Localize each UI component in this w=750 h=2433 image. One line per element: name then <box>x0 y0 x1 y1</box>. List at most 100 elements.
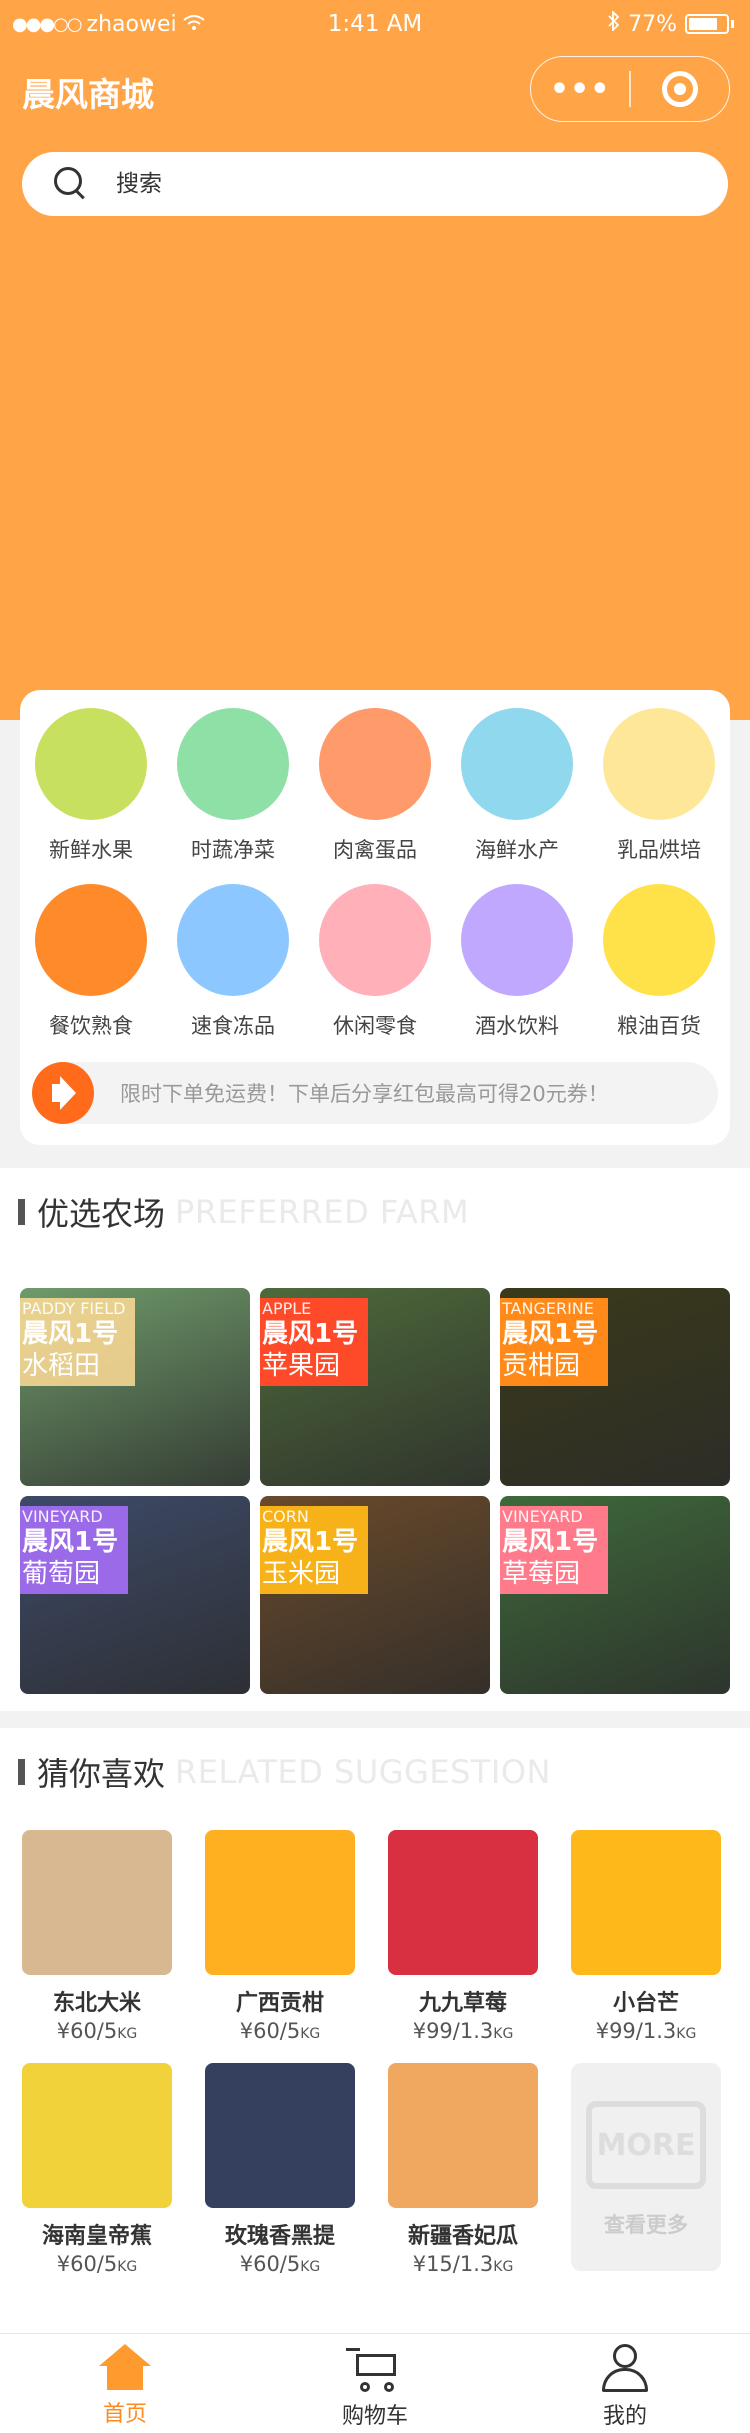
tab-me[interactable]: 我的 <box>500 2334 750 2433</box>
product-price: ¥60/5KG <box>57 2252 138 2276</box>
category-item[interactable]: 速食冻品 <box>162 884 304 1040</box>
section-marker <box>18 1759 25 1785</box>
product-image <box>205 2063 355 2208</box>
home-icon <box>99 2344 151 2390</box>
farm-tile[interactable]: TANGERINE 晨风1号 贡柑园 <box>500 1288 730 1486</box>
category-item[interactable]: 时蔬净菜 <box>162 708 304 864</box>
product-card[interactable]: 九九草莓 ¥99/1.3KG <box>388 1830 538 2043</box>
page-title: 晨风商城 <box>22 75 154 114</box>
farm-brand: 晨风1号 <box>22 1319 119 1349</box>
farm-english-name: APPLE <box>262 1299 312 1318</box>
category-image <box>461 884 573 996</box>
farm-tile[interactable]: APPLE 晨风1号 苹果园 <box>260 1288 490 1486</box>
product-name: 新疆香妃瓜 <box>407 2224 518 2249</box>
section-subtitle: RELATED SUGGESTION <box>175 1753 551 1791</box>
product-price-amount: ¥99/1.3 <box>412 2019 494 2043</box>
farm-label: APPLE 晨风1号 苹果园 <box>260 1298 369 1386</box>
navbar: 晨风商城 ••• <box>0 50 750 130</box>
section-title: 猜你喜欢 <box>37 1755 166 1793</box>
tab-home[interactable]: 首页 <box>0 2334 250 2433</box>
category-label: 肉禽蛋品 <box>333 838 417 862</box>
category-image <box>177 708 289 820</box>
category-item[interactable]: 新鲜水果 <box>20 708 162 864</box>
battery-icon <box>685 14 729 34</box>
category-image <box>603 708 715 820</box>
search-bar[interactable] <box>22 152 728 216</box>
farm-brand: 晨风1号 <box>262 1319 359 1349</box>
category-label: 餐饮熟食 <box>49 1014 133 1038</box>
more-dots-icon: ••• <box>549 71 611 107</box>
category-label: 时蔬净菜 <box>191 838 275 862</box>
product-price-unit: KG <box>676 2026 697 2042</box>
product-price-unit: KG <box>300 2259 321 2275</box>
farm-tile[interactable]: VINEYARD 晨风1号 草莓园 <box>500 1496 730 1694</box>
farm-name: 水稻田 <box>22 1351 101 1381</box>
farm-tile[interactable]: CORN 晨风1号 玉米园 <box>260 1496 490 1694</box>
notice-bar[interactable]: 限时下单免运费！下单后分享红包最高可得20元券！ <box>32 1062 718 1124</box>
tab-home-label: 首页 <box>102 2402 147 2427</box>
farm-brand: 晨风1号 <box>502 1527 599 1557</box>
product-price-unit: KG <box>493 2259 514 2275</box>
bottom-tab-bar: 首页 购物车 我的 <box>0 2333 750 2433</box>
category-item[interactable]: 乳品烘培 <box>588 708 730 864</box>
product-card[interactable]: 广西贡柑 ¥60/5KG <box>205 1830 355 2043</box>
product-price-unit: KG <box>300 2026 321 2042</box>
tab-me-label: 我的 <box>602 2404 647 2429</box>
farm-tile[interactable]: VINEYARD 晨风1号 葡萄园 <box>20 1496 250 1694</box>
category-label: 酒水饮料 <box>475 1014 559 1038</box>
user-icon <box>600 2344 650 2392</box>
section-header: 优选农场 PREFERRED FARM <box>18 1192 469 1233</box>
category-image <box>319 884 431 996</box>
category-item[interactable]: 酒水饮料 <box>446 884 588 1040</box>
farm-label: VINEYARD 晨风1号 葡萄园 <box>20 1506 129 1594</box>
product-card[interactable]: 小台芒 ¥99/1.3KG <box>571 1830 721 2043</box>
farm-label: TANGERINE 晨风1号 贡柑园 <box>500 1298 609 1386</box>
product-price: ¥60/5KG <box>57 2019 138 2043</box>
close-mini-program-button[interactable] <box>631 57 729 121</box>
battery-percent: 77% <box>628 11 677 37</box>
category-item[interactable]: 肉禽蛋品 <box>304 708 446 864</box>
tab-cart[interactable]: 购物车 <box>250 2334 500 2433</box>
category-item[interactable]: 粮油百货 <box>588 884 730 1040</box>
product-image <box>388 2063 538 2208</box>
product-image <box>571 1830 721 1975</box>
see-more-button[interactable]: MORE 查看更多 <box>571 2063 721 2271</box>
bluetooth-icon <box>608 9 620 37</box>
category-card: 新鲜水果 时蔬净菜 肉禽蛋品 海鲜水产 乳品烘培餐饮熟食 速食冻品 休闲零食 酒水饮料 粮油百货… <box>20 690 730 1145</box>
product-image <box>388 1830 538 1975</box>
category-image <box>35 884 147 996</box>
status-bar: ●●●○○ zhaowei 1:41 AM 77% <box>0 0 750 50</box>
product-card[interactable]: 新疆香妃瓜 ¥15/1.3KG <box>388 2063 538 2276</box>
product-name: 玫瑰香黑提 <box>224 2224 335 2249</box>
category-image <box>319 708 431 820</box>
product-card[interactable]: 东北大米 ¥60/5KG <box>22 1830 172 2043</box>
farm-english-name: TANGERINE <box>502 1299 594 1318</box>
see-more-label: 查看更多 <box>604 2213 688 2237</box>
product-price: ¥99/1.3KG <box>413 2019 514 2043</box>
category-item[interactable]: 休闲零食 <box>304 884 446 1040</box>
product-card[interactable]: 玫瑰香黑提 ¥60/5KG <box>205 2063 355 2276</box>
section-header: 猜你喜欢 RELATED SUGGESTION <box>18 1752 551 1793</box>
product-price: ¥99/1.3KG <box>596 2019 697 2043</box>
category-image <box>35 708 147 820</box>
category-image <box>177 884 289 996</box>
category-item[interactable]: 海鲜水产 <box>446 708 588 864</box>
category-item[interactable]: 餐饮熟食 <box>20 884 162 1040</box>
search-input[interactable] <box>116 171 676 197</box>
farm-english-name: VINEYARD <box>502 1507 583 1526</box>
product-price-unit: KG <box>117 2026 138 2042</box>
product-card[interactable]: 海南皇帝蕉 ¥60/5KG <box>22 2063 172 2276</box>
farm-brand: 晨风1号 <box>502 1319 599 1349</box>
product-name: 小台芒 <box>612 1991 679 2016</box>
product-price-unit: KG <box>117 2259 138 2275</box>
more-icon: MORE <box>586 2101 706 2189</box>
farm-tile[interactable]: PADDY FIELD 晨风1号 水稻田 <box>20 1288 250 1486</box>
notice-text: 限时下单免运费！下单后分享红包最高可得20元券！ <box>120 1082 609 1106</box>
search-icon <box>54 167 88 201</box>
farm-name: 玉米园 <box>262 1559 341 1589</box>
farm-label: PADDY FIELD 晨风1号 水稻田 <box>20 1298 136 1386</box>
category-image <box>603 884 715 996</box>
farm-label: VINEYARD 晨风1号 草莓园 <box>500 1506 609 1594</box>
more-menu-button[interactable]: ••• <box>531 57 629 121</box>
farm-name: 贡柑园 <box>502 1351 581 1381</box>
